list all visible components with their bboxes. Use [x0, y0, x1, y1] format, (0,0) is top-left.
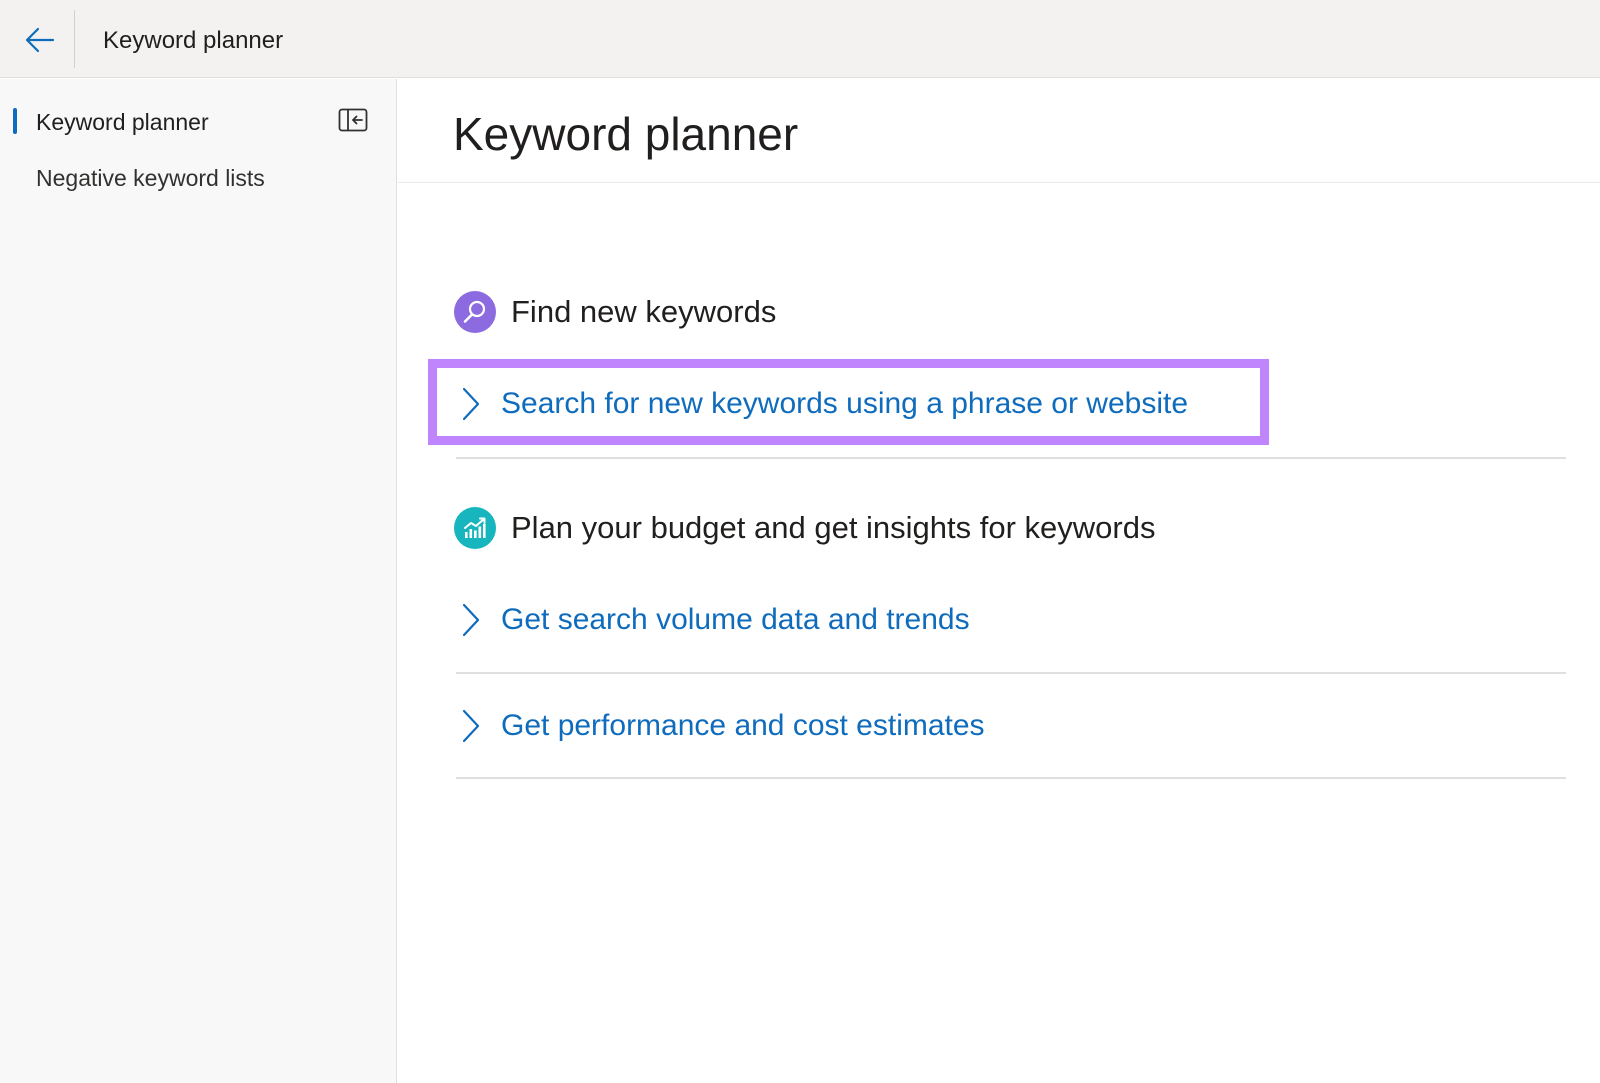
- link-label: Search for new keywords using a phrase o…: [501, 387, 1189, 420]
- active-indicator: [13, 108, 17, 134]
- sidebar-item-keyword-planner[interactable]: Keyword planner: [0, 99, 320, 145]
- row-divider: [456, 457, 1566, 459]
- sidebar-item-label: Keyword planner: [36, 109, 209, 135]
- section-title: Find new keywords: [511, 294, 777, 329]
- main-content: Keyword planner Find new keywords Search…: [398, 79, 1600, 1083]
- section-plan-budget: Plan your budget and get insights for ke…: [454, 507, 1156, 549]
- topbar-divider: [74, 10, 75, 68]
- top-bar: Keyword planner: [0, 0, 1600, 78]
- app-title: Keyword planner: [103, 27, 284, 54]
- link-performance-estimates[interactable]: Get performance and cost estimates: [456, 691, 1566, 759]
- chart-icon: [454, 507, 496, 549]
- link-label: Get performance and cost estimates: [501, 709, 985, 742]
- link-search-new-keywords[interactable]: Search for new keywords using a phrase o…: [456, 369, 1566, 437]
- section-find-new-keywords: Find new keywords: [454, 291, 776, 333]
- chevron-right-icon: [462, 603, 480, 637]
- row-divider: [456, 777, 1566, 779]
- collapse-sidebar-button[interactable]: [336, 106, 370, 134]
- sidebar: Keyword planner Negative keyword lists: [0, 79, 397, 1083]
- arrow-left-icon: [25, 27, 55, 53]
- chevron-right-icon: [462, 709, 480, 743]
- page-title: Keyword planner: [453, 108, 799, 160]
- sidebar-item-negative-keyword-lists[interactable]: Negative keyword lists: [0, 155, 320, 201]
- section-title: Plan your budget and get insights for ke…: [511, 510, 1156, 545]
- row-divider: [456, 672, 1566, 674]
- link-search-volume[interactable]: Get search volume data and trends: [456, 585, 1566, 653]
- collapse-panel-icon: [338, 108, 368, 132]
- sidebar-item-label: Negative keyword lists: [36, 165, 265, 191]
- link-label: Get search volume data and trends: [501, 603, 970, 636]
- magnifier-icon: [454, 291, 496, 333]
- chevron-right-icon: [462, 387, 480, 421]
- title-divider: [398, 182, 1600, 183]
- back-button[interactable]: [14, 18, 66, 62]
